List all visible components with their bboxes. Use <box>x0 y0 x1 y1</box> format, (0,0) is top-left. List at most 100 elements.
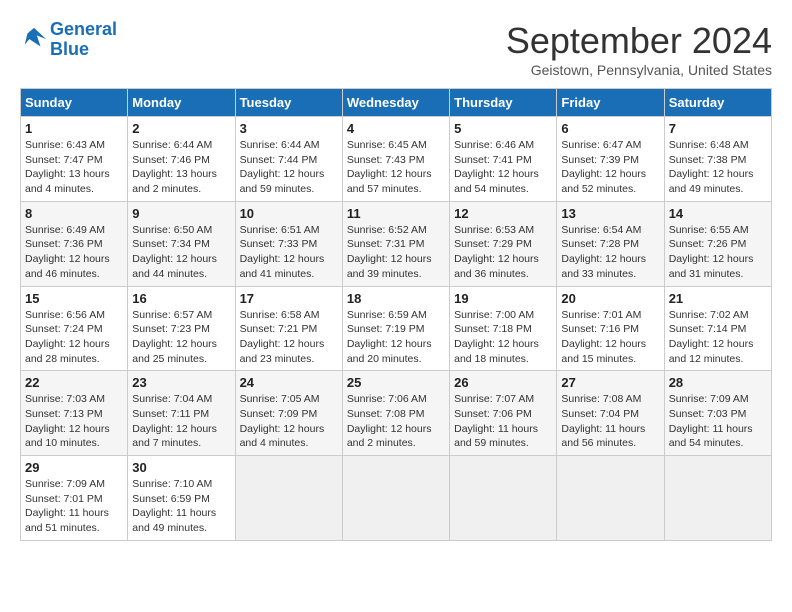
header-saturday: Saturday <box>664 89 771 117</box>
day-number: 2 <box>132 121 230 136</box>
calendar-table: SundayMondayTuesdayWednesdayThursdayFrid… <box>20 88 772 541</box>
title-block: September 2024 Geistown, Pennsylvania, U… <box>506 20 772 78</box>
day-info: Sunrise: 6:59 AMSunset: 7:19 PMDaylight:… <box>347 308 445 367</box>
day-number: 6 <box>561 121 659 136</box>
day-number: 25 <box>347 375 445 390</box>
calendar-cell: 27 Sunrise: 7:08 AMSunset: 7:04 PMDayligh… <box>557 371 664 456</box>
logo: General Blue <box>20 20 117 60</box>
calendar-cell: 20 Sunrise: 7:01 AMSunset: 7:16 PMDayligh… <box>557 286 664 371</box>
day-info: Sunrise: 6:44 AMSunset: 7:46 PMDaylight:… <box>132 138 230 197</box>
calendar-cell <box>557 456 664 541</box>
day-number: 28 <box>669 375 767 390</box>
header-monday: Monday <box>128 89 235 117</box>
day-info: Sunrise: 6:57 AMSunset: 7:23 PMDaylight:… <box>132 308 230 367</box>
day-info: Sunrise: 6:43 AMSunset: 7:47 PMDaylight:… <box>25 138 123 197</box>
day-number: 7 <box>669 121 767 136</box>
day-number: 18 <box>347 291 445 306</box>
calendar-cell: 17 Sunrise: 6:58 AMSunset: 7:21 PMDayligh… <box>235 286 342 371</box>
day-info: Sunrise: 6:44 AMSunset: 7:44 PMDaylight:… <box>240 138 338 197</box>
day-info: Sunrise: 7:09 AMSunset: 7:01 PMDaylight:… <box>25 477 123 536</box>
day-info: Sunrise: 6:52 AMSunset: 7:31 PMDaylight:… <box>347 223 445 282</box>
calendar-cell: 4 Sunrise: 6:45 AMSunset: 7:43 PMDaylight… <box>342 117 449 202</box>
day-number: 14 <box>669 206 767 221</box>
day-info: Sunrise: 6:46 AMSunset: 7:41 PMDaylight:… <box>454 138 552 197</box>
day-info: Sunrise: 6:49 AMSunset: 7:36 PMDaylight:… <box>25 223 123 282</box>
day-number: 4 <box>347 121 445 136</box>
header-sunday: Sunday <box>21 89 128 117</box>
day-number: 29 <box>25 460 123 475</box>
calendar-cell: 23Sunrise: 7:04 AMSunset: 7:11 PMDayligh… <box>128 371 235 456</box>
calendar-cell: 25 Sunrise: 7:06 AMSunset: 7:08 PMDayligh… <box>342 371 449 456</box>
day-number: 23 <box>132 375 230 390</box>
day-info: Sunrise: 7:01 AMSunset: 7:16 PMDaylight:… <box>561 308 659 367</box>
calendar-cell: 21Sunrise: 7:02 AMSunset: 7:14 PMDayligh… <box>664 286 771 371</box>
logo-line1: General <box>50 19 117 39</box>
location: Geistown, Pennsylvania, United States <box>506 62 772 78</box>
calendar-header-row: SundayMondayTuesdayWednesdayThursdayFrid… <box>21 89 772 117</box>
calendar-cell: 26Sunrise: 7:07 AMSunset: 7:06 PMDayligh… <box>450 371 557 456</box>
calendar-cell <box>664 456 771 541</box>
day-info: Sunrise: 6:50 AMSunset: 7:34 PMDaylight:… <box>132 223 230 282</box>
day-info: Sunrise: 7:00 AMSunset: 7:18 PMDaylight:… <box>454 308 552 367</box>
logo-line2: Blue <box>50 39 89 59</box>
calendar-cell: 19 Sunrise: 7:00 AMSunset: 7:18 PMDayligh… <box>450 286 557 371</box>
day-info: Sunrise: 7:07 AMSunset: 7:06 PMDaylight:… <box>454 392 552 451</box>
calendar-week-1: 1Sunrise: 6:43 AMSunset: 7:47 PMDaylight… <box>21 117 772 202</box>
calendar-cell: 1Sunrise: 6:43 AMSunset: 7:47 PMDaylight… <box>21 117 128 202</box>
day-number: 3 <box>240 121 338 136</box>
day-info: Sunrise: 7:05 AMSunset: 7:09 PMDaylight:… <box>240 392 338 451</box>
calendar-cell: 29 Sunrise: 7:09 AMSunset: 7:01 PMDayligh… <box>21 456 128 541</box>
header-friday: Friday <box>557 89 664 117</box>
day-number: 11 <box>347 206 445 221</box>
day-number: 16 <box>132 291 230 306</box>
calendar-cell: 24 Sunrise: 7:05 AMSunset: 7:09 PMDayligh… <box>235 371 342 456</box>
calendar-cell <box>235 456 342 541</box>
day-info: Sunrise: 7:10 AMSunset: 6:59 PMDaylight:… <box>132 477 230 536</box>
calendar-cell: 2 Sunrise: 6:44 AMSunset: 7:46 PMDaylight… <box>128 117 235 202</box>
logo-icon <box>20 26 48 54</box>
day-number: 13 <box>561 206 659 221</box>
calendar-cell: 14Sunrise: 6:55 AMSunset: 7:26 PMDayligh… <box>664 201 771 286</box>
calendar-cell: 22 Sunrise: 7:03 AMSunset: 7:13 PMDayligh… <box>21 371 128 456</box>
day-number: 20 <box>561 291 659 306</box>
day-number: 24 <box>240 375 338 390</box>
calendar-cell: 5 Sunrise: 6:46 AMSunset: 7:41 PMDaylight… <box>450 117 557 202</box>
day-info: Sunrise: 7:08 AMSunset: 7:04 PMDaylight:… <box>561 392 659 451</box>
day-number: 9 <box>132 206 230 221</box>
calendar-cell: 9 Sunrise: 6:50 AMSunset: 7:34 PMDaylight… <box>128 201 235 286</box>
day-number: 5 <box>454 121 552 136</box>
day-info: Sunrise: 6:53 AMSunset: 7:29 PMDaylight:… <box>454 223 552 282</box>
calendar-cell: 28 Sunrise: 7:09 AMSunset: 7:03 PMDayligh… <box>664 371 771 456</box>
header-wednesday: Wednesday <box>342 89 449 117</box>
day-number: 19 <box>454 291 552 306</box>
month-title: September 2024 <box>506 20 772 62</box>
calendar-cell: 15Sunrise: 6:56 AMSunset: 7:24 PMDayligh… <box>21 286 128 371</box>
calendar-week-3: 15Sunrise: 6:56 AMSunset: 7:24 PMDayligh… <box>21 286 772 371</box>
calendar-cell: 6 Sunrise: 6:47 AMSunset: 7:39 PMDaylight… <box>557 117 664 202</box>
day-info: Sunrise: 6:48 AMSunset: 7:38 PMDaylight:… <box>669 138 767 197</box>
day-number: 22 <box>25 375 123 390</box>
day-number: 21 <box>669 291 767 306</box>
day-info: Sunrise: 6:45 AMSunset: 7:43 PMDaylight:… <box>347 138 445 197</box>
day-number: 12 <box>454 206 552 221</box>
day-info: Sunrise: 7:09 AMSunset: 7:03 PMDaylight:… <box>669 392 767 451</box>
calendar-cell <box>342 456 449 541</box>
calendar-cell: 7 Sunrise: 6:48 AMSunset: 7:38 PMDaylight… <box>664 117 771 202</box>
day-number: 10 <box>240 206 338 221</box>
day-info: Sunrise: 7:06 AMSunset: 7:08 PMDaylight:… <box>347 392 445 451</box>
calendar-cell: 30 Sunrise: 7:10 AMSunset: 6:59 PMDayligh… <box>128 456 235 541</box>
day-number: 27 <box>561 375 659 390</box>
calendar-week-4: 22 Sunrise: 7:03 AMSunset: 7:13 PMDayligh… <box>21 371 772 456</box>
day-number: 17 <box>240 291 338 306</box>
calendar-cell: 11 Sunrise: 6:52 AMSunset: 7:31 PMDayligh… <box>342 201 449 286</box>
day-number: 8 <box>25 206 123 221</box>
day-info: Sunrise: 7:03 AMSunset: 7:13 PMDaylight:… <box>25 392 123 451</box>
day-info: Sunrise: 6:47 AMSunset: 7:39 PMDaylight:… <box>561 138 659 197</box>
calendar-week-2: 8 Sunrise: 6:49 AMSunset: 7:36 PMDaylight… <box>21 201 772 286</box>
calendar-cell: 10Sunrise: 6:51 AMSunset: 7:33 PMDayligh… <box>235 201 342 286</box>
page-header: General Blue September 2024 Geistown, Pe… <box>20 20 772 78</box>
header-tuesday: Tuesday <box>235 89 342 117</box>
day-number: 30 <box>132 460 230 475</box>
day-number: 15 <box>25 291 123 306</box>
day-info: Sunrise: 6:58 AMSunset: 7:21 PMDaylight:… <box>240 308 338 367</box>
